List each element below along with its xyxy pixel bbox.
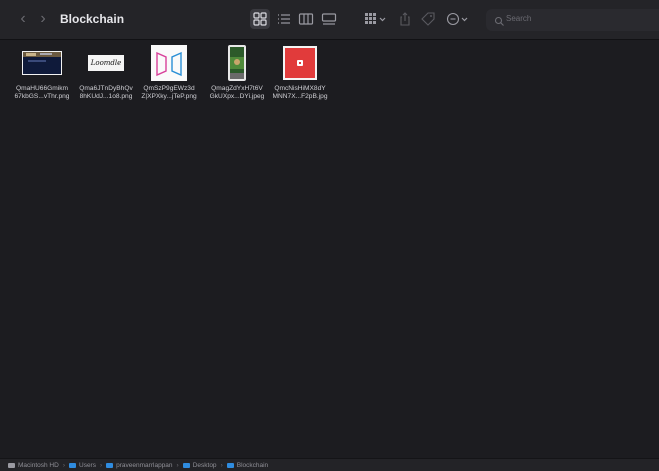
search-field[interactable]: Search — [486, 9, 659, 31]
file-item[interactable]: Loomdle Qma6JTnDyBhQv 8hKUdJ...1o8.png — [75, 44, 137, 101]
path-item-label: Desktop — [192, 461, 217, 469]
column-view-icon[interactable] — [298, 12, 314, 26]
more-actions-icon[interactable] — [446, 12, 470, 26]
file-name-line2: 67kbGS...vThr.png — [14, 93, 70, 100]
file-browser-area[interactable]: QmaHU66Gmikm 67kbGS...vThr.png Loomdle Q… — [0, 40, 659, 453]
folder-icon — [69, 462, 76, 468]
file-name-line2: Z|XPXky...jTeP.png — [141, 93, 197, 100]
disk-icon — [8, 462, 15, 468]
file-name-line1: QmcNisHiMX8dY — [274, 85, 326, 92]
tag-icon[interactable] — [420, 12, 436, 26]
group-by-icon[interactable] — [364, 12, 388, 26]
file-name-line2: MNN7X...F2pB.jpg — [272, 93, 328, 100]
window-title: Blockchain — [60, 12, 125, 26]
path-item-macintosh-hd[interactable]: Macintosh HD — [8, 462, 59, 469]
share-icon[interactable] — [397, 12, 413, 26]
icon-view-icon[interactable] — [252, 12, 268, 26]
path-item-blockchain[interactable]: Blockchain — [226, 461, 269, 469]
chevron-right-icon: › — [220, 461, 223, 469]
image-thumbnail — [11, 44, 73, 82]
signature-logo-thumbnail: Loomdle — [88, 55, 124, 71]
chevron-right-icon: › — [62, 461, 65, 469]
file-item[interactable]: QmcNisHiMX8dY MNN7X...F2pB.jpg — [269, 44, 331, 101]
path-item-home[interactable]: praveenmarrlappan — [106, 461, 173, 469]
file-name-line1: Qma6JTnDyBhQv — [79, 85, 133, 92]
file-name-line1: QmaHU66Gmikm — [15, 85, 69, 92]
path-item-label: Blockchain — [236, 461, 269, 469]
list-view-icon[interactable] — [276, 12, 292, 26]
path-item-label: praveenmarrlappan — [116, 461, 173, 469]
path-item-label: Macintosh HD — [18, 461, 59, 469]
file-name-line2: GkUXpx...DYi.jpeg — [209, 93, 265, 100]
folder-icon — [182, 462, 190, 468]
search-placeholder: Search — [506, 14, 532, 23]
path-item-desktop[interactable]: Desktop — [182, 461, 217, 469]
file-item[interactable]: QmSzP9gEWz3d Z|XPXky...jTeP.png — [138, 44, 200, 101]
path-item-users[interactable]: Users — [69, 462, 96, 469]
file-item[interactable]: QmaHU66Gmikm 67kbGS...vThr.png — [11, 44, 73, 101]
file-name-line1: QmagZdYxH7t6V — [211, 85, 263, 92]
image-thumbnail — [206, 44, 268, 82]
path-bar: Macintosh HD › Users › praveenmarrlappan… — [0, 458, 659, 471]
chevron-left-icon[interactable]: ‹ — [16, 11, 30, 27]
file-item[interactable]: QmagZdYxH7t6V GkUXpx...DYi.jpeg — [206, 44, 268, 101]
file-name-line2: 8hKUdJ...1o8.png — [79, 93, 133, 100]
chevron-right-icon[interactable]: › — [36, 11, 50, 27]
search-icon — [494, 14, 505, 26]
folder-icon — [226, 462, 234, 468]
image-thumbnail — [138, 44, 200, 82]
image-thumbnail: Loomdle — [75, 44, 137, 82]
chevron-right-icon: › — [99, 461, 103, 469]
image-thumbnail — [269, 44, 331, 82]
path-item-label: Users — [79, 461, 96, 469]
file-name-line1: QmSzP9gEWz3d — [143, 85, 195, 92]
chevron-right-icon: › — [176, 461, 179, 469]
gallery-view-icon[interactable] — [321, 12, 337, 26]
finder-toolbar: ‹ › Blockchain Search — [0, 0, 659, 40]
folder-icon — [106, 462, 114, 468]
